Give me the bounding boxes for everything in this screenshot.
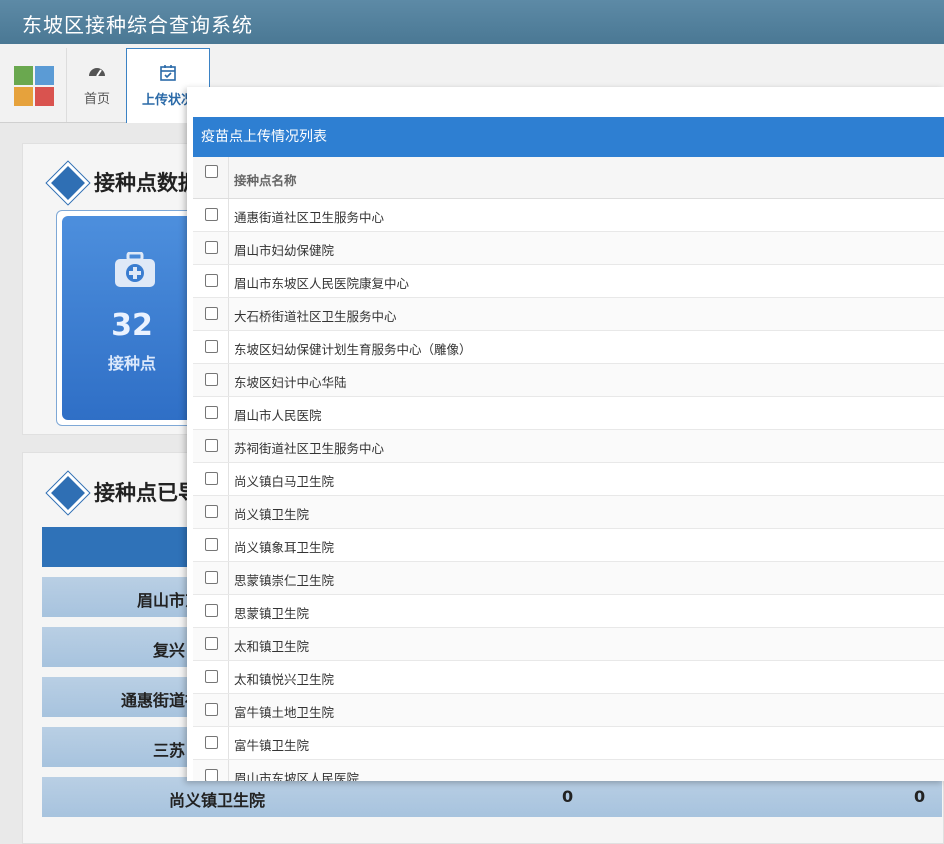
- list-item[interactable]: 思蒙镇崇仁卫生院: [193, 562, 944, 595]
- select-all-checkbox[interactable]: [205, 165, 218, 178]
- list-item[interactable]: 眉山市东坡区人民医院: [193, 760, 944, 781]
- list-item[interactable]: 富牛镇卫生院: [193, 727, 944, 760]
- list-item[interactable]: 眉山市东坡区人民医院康复中心: [193, 265, 944, 298]
- list-item[interactable]: 通惠街道社区卫生服务中心: [193, 199, 944, 232]
- column-header-site-name: 接种点名称: [234, 173, 297, 188]
- row-checkbox[interactable]: [205, 538, 218, 551]
- row-checkbox[interactable]: [205, 472, 218, 485]
- row-checkbox[interactable]: [205, 736, 218, 749]
- row-value-a: 0: [562, 787, 574, 806]
- row-checkbox[interactable]: [205, 769, 218, 781]
- list-header: 接种点名称: [193, 157, 944, 199]
- table-row: 尚义镇卫生院 0 0: [42, 777, 942, 817]
- site-name: 眉山市人民医院: [234, 408, 322, 423]
- list-item[interactable]: 东坡区妇计中心华陆: [193, 364, 944, 397]
- site-list: 接种点名称 通惠街道社区卫生服务中心 眉山市妇幼保健院眉山市东坡区人民医院康复中心…: [193, 157, 944, 781]
- section-heading-stats: 接种点数据: [94, 171, 199, 195]
- list-item[interactable]: 尚义镇象耳卫生院: [193, 529, 944, 562]
- site-name: 苏祠街道社区卫生服务中心: [234, 441, 385, 456]
- list-item[interactable]: 思蒙镇卫生院: [193, 595, 944, 628]
- stat-label: 接种点: [107, 354, 156, 373]
- site-name: 眉山市东坡区人民医院康复中心: [234, 276, 410, 291]
- row-checkbox[interactable]: [205, 208, 218, 221]
- site-name: 东坡区妇幼保健计划生育服务中心（雕像）: [234, 342, 472, 357]
- stat-card-frame: 32 接种点: [56, 210, 208, 426]
- list-item[interactable]: 太和镇卫生院: [193, 628, 944, 661]
- site-name: 太和镇悦兴卫生院: [234, 672, 335, 687]
- site-name: 大石桥街道社区卫生服务中心: [234, 309, 397, 324]
- site-name: 尚义镇象耳卫生院: [234, 540, 335, 555]
- row-checkbox[interactable]: [205, 241, 218, 254]
- app-grid-logo-icon[interactable]: [14, 66, 54, 106]
- row-site-name: 复兴: [153, 641, 186, 660]
- list-item[interactable]: 太和镇悦兴卫生院: [193, 661, 944, 694]
- row-checkbox[interactable]: [205, 670, 218, 683]
- app-title: 东坡区接种综合查询系统: [22, 13, 253, 37]
- row-checkbox[interactable]: [205, 604, 218, 617]
- site-name: 尚义镇白马卫生院: [234, 474, 335, 489]
- tab-home-label: 首页: [83, 92, 110, 107]
- row-checkbox[interactable]: [205, 637, 218, 650]
- site-name: 通惠街道社区卫生服务中心: [234, 210, 385, 225]
- modal-title: 疫苗点上传情况列表: [193, 117, 944, 157]
- site-name: 眉山市东坡区人民医院: [234, 771, 360, 781]
- site-name: 尚义镇卫生院: [234, 507, 310, 522]
- list-item[interactable]: 眉山市人民医院: [193, 397, 944, 430]
- upload-status-modal: 疫苗点上传情况列表 接种点名称 通惠街道社区卫生服务中心 眉山市妇幼保健院眉山市东…: [187, 87, 944, 781]
- row-checkbox[interactable]: [205, 307, 218, 320]
- list-item[interactable]: 尚义镇卫生院: [193, 496, 944, 529]
- stat-card-sites[interactable]: 32 接种点: [62, 216, 202, 420]
- row-checkbox[interactable]: [205, 406, 218, 419]
- site-name: 思蒙镇卫生院: [234, 606, 310, 621]
- table-header-bar: [42, 527, 202, 567]
- dashboard-icon: [89, 68, 105, 77]
- row-checkbox[interactable]: [205, 571, 218, 584]
- site-name: 思蒙镇崇仁卫生院: [234, 573, 335, 588]
- section-heading-uploaded: 接种点已导: [94, 481, 199, 505]
- list-item[interactable]: 富牛镇土地卫生院: [193, 694, 944, 727]
- list-item[interactable]: 苏祠街道社区卫生服务中心: [193, 430, 944, 463]
- calendar-check-icon: [160, 65, 176, 81]
- medical-kit-icon: [115, 252, 155, 287]
- site-name: 眉山市妇幼保健院: [234, 243, 335, 258]
- row-site-name: 尚义镇卫生院: [169, 791, 266, 810]
- site-name: 东坡区妇计中心华陆: [234, 375, 347, 390]
- row-site-name: 三苏: [153, 741, 186, 760]
- list-item[interactable]: 大石桥街道社区卫生服务中心: [193, 298, 944, 331]
- app-header: 东坡区接种综合查询系统: [0, 0, 944, 44]
- site-name: 太和镇卫生院: [234, 639, 310, 654]
- row-checkbox[interactable]: [205, 340, 218, 353]
- tab-home[interactable]: 首页: [66, 48, 127, 122]
- stat-value: 32: [111, 308, 153, 343]
- row-checkbox[interactable]: [205, 274, 218, 287]
- row-checkbox[interactable]: [205, 703, 218, 716]
- list-item[interactable]: 东坡区妇幼保健计划生育服务中心（雕像）: [193, 331, 944, 364]
- site-name: 富牛镇卫生院: [234, 738, 310, 753]
- row-checkbox[interactable]: [205, 505, 218, 518]
- site-name: 富牛镇土地卫生院: [234, 705, 335, 720]
- list-item[interactable]: 眉山市妇幼保健院: [193, 232, 944, 265]
- row-checkbox[interactable]: [205, 439, 218, 452]
- row-value-b: 0: [914, 787, 926, 806]
- row-checkbox[interactable]: [205, 373, 218, 386]
- list-item[interactable]: 尚义镇白马卫生院: [193, 463, 944, 496]
